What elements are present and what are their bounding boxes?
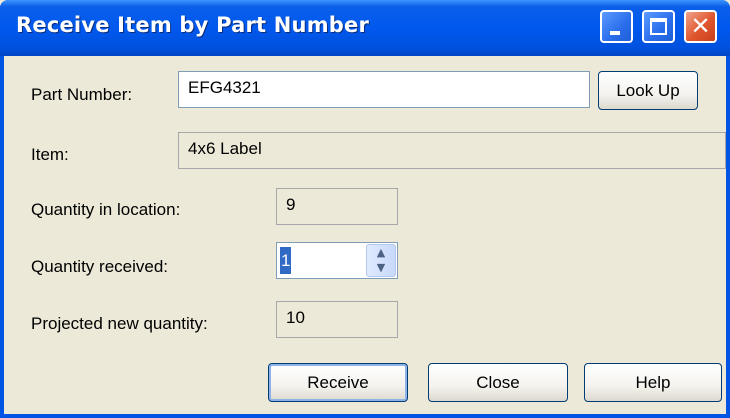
part-number-input[interactable]: EFG4321 (178, 71, 590, 108)
spinner-buttons: ▲ ▼ (366, 244, 396, 277)
quantity-received-label: Quantity received: (31, 257, 169, 276)
quantity-received-stepper[interactable]: 1 ▲ ▼ (276, 242, 398, 279)
projected-new-quantity-label: Projected new quantity: (31, 314, 208, 333)
help-button[interactable]: Help (584, 363, 722, 402)
item-label: Item: (31, 145, 69, 164)
quantity-in-location-field: 9 (276, 188, 398, 225)
close-icon: ✕ (690, 12, 711, 40)
close-window-button[interactable]: ✕ (684, 10, 717, 43)
maximize-icon (650, 18, 667, 35)
spin-up-icon[interactable]: ▲ (367, 245, 395, 261)
receive-item-dialog: Receive Item by Part Number ✕ Part Numbe… (0, 0, 730, 418)
look-up-button[interactable]: Look Up (598, 71, 698, 110)
close-button[interactable]: Close (428, 363, 568, 402)
projected-new-quantity-field: 10 (276, 301, 398, 338)
quantity-in-location-label: Quantity in location: (31, 200, 181, 219)
minimize-button[interactable] (600, 10, 633, 43)
item-field: 4x6 Label (178, 132, 726, 169)
receive-button[interactable]: Receive (268, 363, 408, 402)
part-number-label: Part Number: (31, 85, 133, 104)
dialog-body: Part Number: EFG4321 Look Up Item: 4x6 L… (4, 56, 726, 414)
minimize-icon (610, 31, 620, 35)
window-title: Receive Item by Part Number (16, 13, 370, 37)
maximize-button[interactable] (642, 10, 675, 43)
title-bar[interactable]: Receive Item by Part Number ✕ (0, 0, 730, 56)
quantity-received-value[interactable]: 1 (280, 247, 292, 274)
spin-down-icon[interactable]: ▼ (367, 260, 395, 276)
